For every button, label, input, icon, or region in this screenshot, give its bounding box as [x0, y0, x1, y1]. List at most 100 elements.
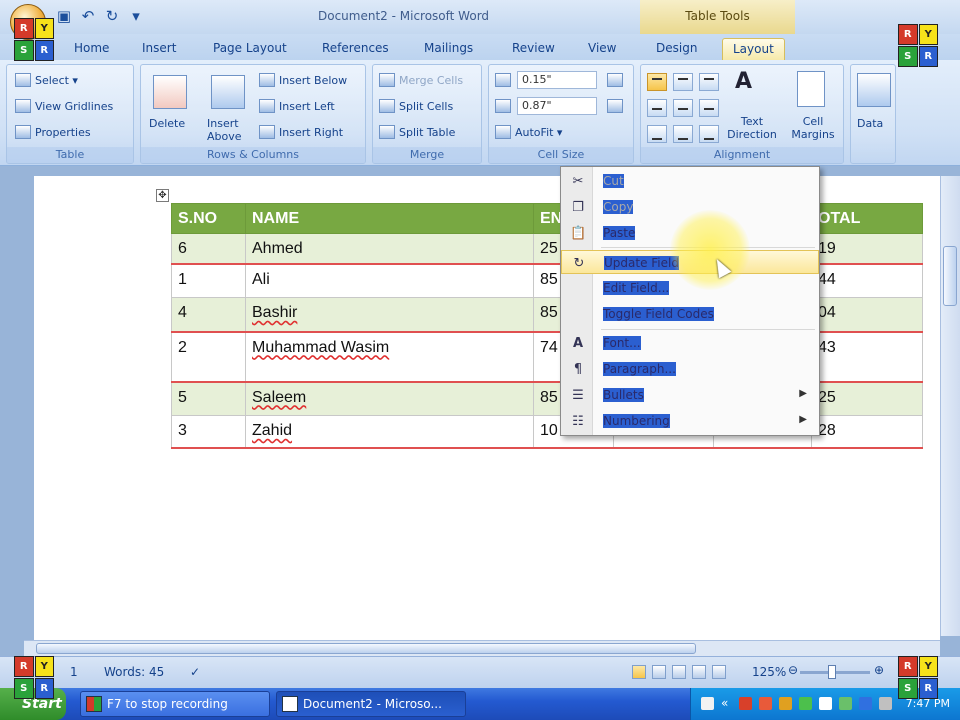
vertical-scrollbar[interactable]	[940, 176, 960, 636]
align-top-right-button[interactable]	[699, 73, 719, 91]
merge-cells-button[interactable]: Merge Cells	[379, 73, 463, 87]
properties-button[interactable]: Properties	[15, 125, 91, 139]
header-name[interactable]: NAME	[245, 203, 534, 234]
cell-margins-icon[interactable]	[797, 71, 825, 107]
tab-design[interactable]: Design	[656, 38, 697, 60]
taskbar-item-recorder[interactable]: F7 to stop recording	[80, 691, 270, 717]
undo-icon[interactable]: ↶	[80, 8, 96, 24]
select-button[interactable]: Select ▾	[15, 73, 78, 87]
redo-icon[interactable]: ↻	[104, 8, 120, 24]
cell-sno[interactable]: 4	[171, 297, 246, 333]
zoom-slider-thumb[interactable]	[828, 665, 836, 679]
save-icon[interactable]: ▣	[56, 8, 72, 24]
header-sno[interactable]: S.NO	[171, 203, 246, 234]
tray-icon[interactable]	[701, 697, 714, 710]
customize-qat-icon[interactable]: ▾	[128, 8, 144, 24]
menu-item-update-field[interactable]: ↻ Update Field	[561, 250, 819, 274]
autofit-button[interactable]: AutoFit ▾	[495, 125, 562, 139]
insert-above-icon[interactable]	[211, 75, 245, 109]
align-top-center-button[interactable]	[673, 73, 693, 91]
tab-mailings[interactable]: Mailings	[424, 38, 473, 60]
menu-item-copy[interactable]: ❐ Copy	[561, 195, 819, 219]
table-move-handle-icon[interactable]: ✥	[156, 189, 169, 202]
horizontal-scrollbar[interactable]	[24, 640, 940, 656]
cell-total[interactable]: 04	[811, 297, 923, 333]
cell-sno[interactable]: 3	[171, 415, 246, 449]
print-layout-view-button[interactable]	[632, 665, 646, 679]
insert-left-button[interactable]: Insert Left	[259, 99, 335, 113]
tray-icon[interactable]	[839, 697, 852, 710]
row-height-input[interactable]: 0.15"	[517, 71, 597, 89]
zoom-out-icon[interactable]: ⊖	[788, 663, 798, 677]
word-count[interactable]: Words: 45	[104, 665, 164, 679]
menu-item-paste[interactable]: 📋 Paste	[561, 221, 819, 245]
align-center-left-button[interactable]	[647, 99, 667, 117]
column-width-input[interactable]: 0.87"	[517, 97, 597, 115]
distribute-rows-icon[interactable]	[607, 73, 623, 87]
delete-button[interactable]: Delete	[149, 117, 185, 130]
align-top-left-button[interactable]	[647, 73, 667, 91]
tray-icon[interactable]	[739, 697, 752, 710]
cell-name[interactable]: Ali	[245, 263, 534, 298]
tray-icon[interactable]	[879, 697, 892, 710]
menu-item-bullets[interactable]: ☰ Bullets ▶	[561, 383, 819, 407]
tab-references[interactable]: References	[322, 38, 389, 60]
delete-icon[interactable]	[153, 75, 187, 109]
tray-expand-icon[interactable]: «	[721, 696, 728, 710]
text-direction-button[interactable]: Text Direction	[725, 115, 779, 141]
align-bottom-center-button[interactable]	[673, 125, 693, 143]
align-center-button[interactable]	[673, 99, 693, 117]
cell-name[interactable]: Zahid	[245, 415, 534, 449]
align-center-right-button[interactable]	[699, 99, 719, 117]
tray-icon[interactable]	[779, 697, 792, 710]
cell-name[interactable]: Saleem	[245, 381, 534, 416]
tab-page-layout[interactable]: Page Layout	[213, 38, 287, 60]
cell-margins-button[interactable]: Cell Margins	[787, 115, 839, 141]
cell-total[interactable]: 19	[811, 233, 923, 265]
split-table-button[interactable]: Split Table	[379, 125, 455, 139]
insert-below-button[interactable]: Insert Below	[259, 73, 347, 87]
horizontal-scroll-thumb[interactable]	[36, 643, 696, 654]
speaker-icon[interactable]	[819, 697, 832, 710]
proofing-icon[interactable]: ✓	[190, 665, 200, 679]
split-cells-button[interactable]: Split Cells	[379, 99, 453, 113]
insert-right-button[interactable]: Insert Right	[259, 125, 343, 139]
zoom-level[interactable]: 125%	[752, 665, 786, 679]
menu-item-paragraph[interactable]: ¶ Paragraph...	[561, 357, 819, 381]
zoom-in-icon[interactable]: ⊕	[874, 663, 884, 677]
tab-review[interactable]: Review	[512, 38, 555, 60]
tab-insert[interactable]: Insert	[142, 38, 176, 60]
menu-item-font[interactable]: A Font...	[561, 331, 819, 355]
tray-icon[interactable]	[799, 697, 812, 710]
insert-above-button[interactable]: Insert Above	[207, 117, 251, 143]
taskbar-item-word[interactable]: Document2 - Microso...	[276, 691, 466, 717]
cell-sno[interactable]: 2	[171, 331, 246, 383]
data-icon[interactable]	[857, 73, 891, 107]
align-bottom-left-button[interactable]	[647, 125, 667, 143]
header-total[interactable]: OTAL	[811, 203, 923, 234]
draft-view-button[interactable]	[712, 665, 726, 679]
cell-sno[interactable]: 1	[171, 263, 246, 298]
cell-name[interactable]: Muhammad Wasim	[245, 331, 534, 383]
tab-layout[interactable]: Layout	[722, 38, 785, 60]
cell-name[interactable]: Ahmed	[245, 233, 534, 265]
network-icon[interactable]	[859, 697, 872, 710]
cell-total[interactable]: 44	[811, 263, 923, 298]
menu-item-toggle-field-codes[interactable]: Toggle Field Codes	[561, 302, 819, 326]
cell-total[interactable]: 28	[811, 415, 923, 449]
data-button[interactable]: Data	[857, 117, 883, 130]
cell-total[interactable]: 43	[811, 331, 923, 383]
outline-view-button[interactable]	[692, 665, 706, 679]
align-bottom-right-button[interactable]	[699, 125, 719, 143]
cell-total[interactable]: 25	[811, 381, 923, 416]
cell-sno[interactable]: 6	[171, 233, 246, 265]
menu-item-numbering[interactable]: ☷ Numbering ▶	[561, 409, 819, 433]
cell-name[interactable]: Bashir	[245, 297, 534, 333]
tab-home[interactable]: Home	[74, 38, 109, 60]
tray-icon[interactable]	[759, 697, 772, 710]
text-direction-icon[interactable]: A	[735, 69, 752, 94]
web-layout-view-button[interactable]	[672, 665, 686, 679]
tab-view[interactable]: View	[588, 38, 616, 60]
menu-item-edit-field[interactable]: Edit Field...	[561, 276, 819, 300]
menu-item-cut[interactable]: ✂ Cut	[561, 169, 819, 193]
